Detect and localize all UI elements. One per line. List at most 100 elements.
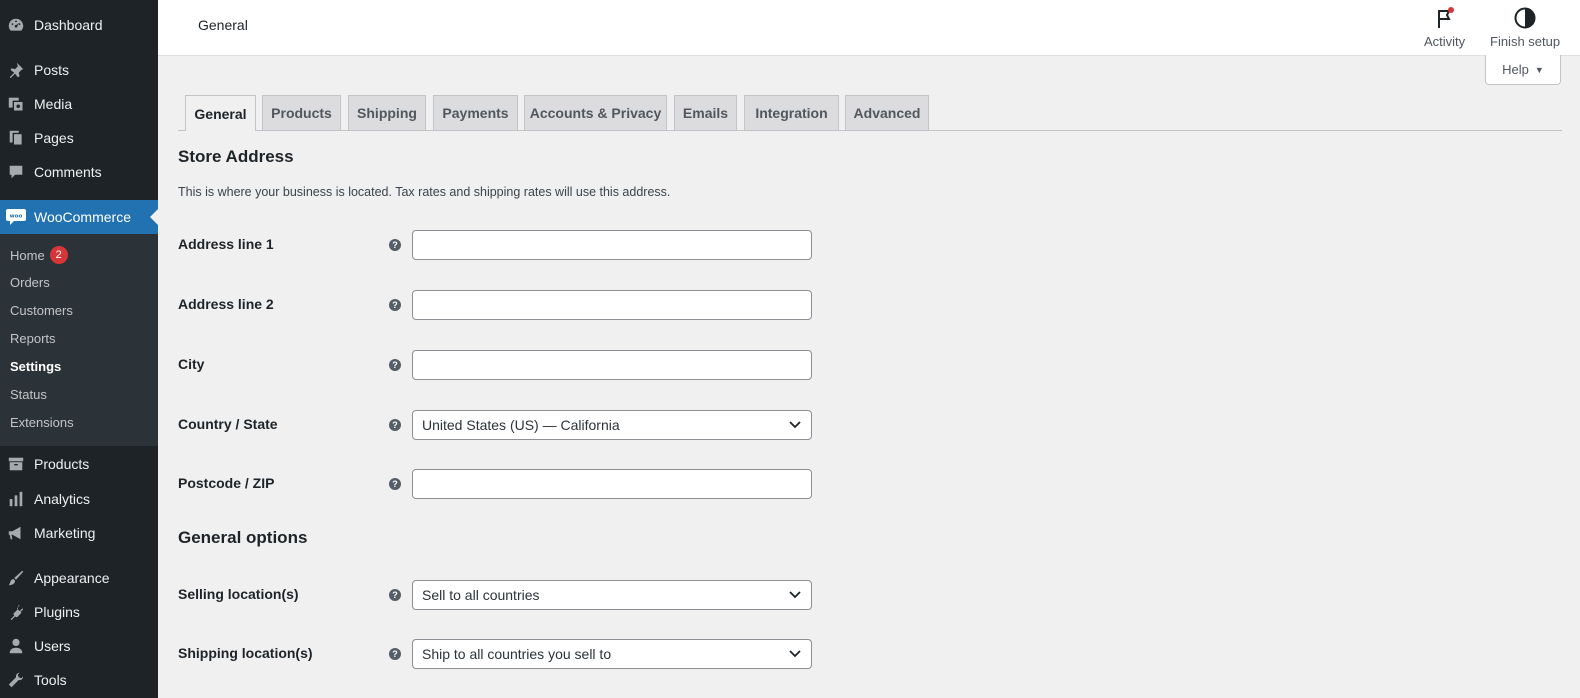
archive-icon [6,454,26,474]
shipping-locations-label: Shipping location(s) [178,645,313,661]
sidebar-item-marketing[interactable]: Marketing [0,516,158,550]
tab-payments[interactable]: Payments [433,95,518,130]
tab-general[interactable]: General [185,95,256,131]
help-tip-icon[interactable]: ? [389,299,401,311]
sidebar-item-label: Tools [34,672,67,688]
sidebar-item-analytics[interactable]: Analytics [0,482,158,516]
help-tip-icon[interactable]: ? [389,239,401,251]
comment-icon [6,162,26,182]
sidebar-item-woocommerce[interactable]: woo WooCommerce [0,200,158,234]
dashboard-icon [6,15,26,35]
help-tip-icon[interactable]: ? [389,359,401,371]
sidebar-item-plugins[interactable]: Plugins [0,595,158,629]
brush-icon [6,568,26,588]
sidebar-item-users[interactable]: Users [0,629,158,663]
selling-locations-label: Selling location(s) [178,586,299,602]
megaphone-icon [6,523,26,543]
submenu-item-home[interactable]: Home 2 [10,245,68,265]
tab-shipping[interactable]: Shipping [348,95,426,130]
media-icon [6,94,26,114]
sidebar-item-label: Appearance [34,570,110,586]
sidebar-item-appearance[interactable]: Appearance [0,561,158,595]
user-icon [6,636,26,656]
plug-icon [6,602,26,622]
admin-sidebar: Dashboard Posts Media Pages Comments woo… [0,0,158,698]
caret-down-icon: ▼ [1534,64,1544,75]
submenu-item-label: Home [10,247,45,263]
chevron-down-icon [788,418,802,432]
address-line-2-input[interactable] [412,290,812,320]
selling-locations-value: Sell to all countries [422,587,540,603]
tab-advanced[interactable]: Advanced [845,95,929,130]
submenu-item-orders[interactable]: Orders [10,272,50,292]
submenu-item-label: Extensions [10,414,74,430]
half-circle-icon [1513,6,1537,30]
submenu-item-label: Settings [10,358,62,374]
pin-icon [6,60,26,80]
submenu-item-reports[interactable]: Reports [10,328,56,348]
sidebar-item-label: Dashboard [34,17,103,33]
sidebar-item-pages[interactable]: Pages [0,121,158,155]
general-options-heading: General options [178,528,308,547]
page-title: General [198,17,248,33]
shipping-locations-select[interactable]: Ship to all countries you sell to [412,639,812,669]
sidebar-item-label: Products [34,456,90,472]
tab-emails[interactable]: Emails [674,95,737,130]
woocommerce-submenu: Home 2 Orders Customers Reports Settings… [0,234,158,446]
chevron-down-icon [788,588,802,602]
finish-setup-label: Finish setup [1490,34,1561,49]
help-tip-icon[interactable]: ? [389,419,401,431]
activity-label: Activity [1424,34,1466,49]
submenu-item-settings[interactable]: Settings [10,356,61,376]
top-header: General Activity Finish setup [158,0,1580,56]
submenu-item-label: Status [10,386,47,402]
help-tip-icon[interactable]: ? [389,589,401,601]
submenu-item-label: Orders [10,274,50,290]
activity-button[interactable]: Activity [1424,6,1465,49]
woo-icon: woo [6,207,26,227]
submenu-item-status[interactable]: Status [10,384,47,404]
tab-products[interactable]: Products [262,95,341,130]
sidebar-item-posts[interactable]: Posts [0,53,158,87]
sidebar-item-dashboard[interactable]: Dashboard [0,8,158,42]
country-state-value: United States (US) — California [422,417,620,433]
chevron-down-icon [788,647,802,661]
finish-setup-button[interactable]: Finish setup [1490,6,1560,49]
sidebar-item-media[interactable]: Media [0,87,158,121]
sidebar-item-tools[interactable]: Tools [0,663,158,697]
submenu-item-label: Customers [10,302,73,318]
shipping-locations-value: Ship to all countries you sell to [422,646,612,662]
submenu-item-label: Reports [10,330,56,346]
address-line-1-input[interactable] [412,230,812,260]
sidebar-item-label: WooCommerce [34,209,131,225]
sidebar-item-products[interactable]: Products [0,447,158,481]
store-address-heading: Store Address [178,147,294,166]
bar-chart-icon [6,489,26,509]
help-tip-icon[interactable]: ? [389,648,401,660]
sidebar-item-label: Marketing [34,525,96,541]
tab-integration[interactable]: Integration [744,95,839,130]
sidebar-item-label: Posts [34,62,70,78]
svg-text:woo: woo [10,214,23,220]
postcode-input[interactable] [412,469,812,499]
help-tip-icon[interactable]: ? [389,478,401,490]
submenu-item-extensions[interactable]: Extensions [10,412,74,432]
activity-indicator [1447,7,1454,13]
sidebar-item-label: Plugins [34,604,80,620]
help-button[interactable]: Help ▼ [1485,55,1561,85]
sidebar-item-comments[interactable]: Comments [0,155,158,189]
sidebar-item-label: Media [34,96,73,112]
city-input[interactable] [412,350,812,380]
pages-icon [6,128,26,148]
tab-accounts-privacy[interactable]: Accounts & Privacy [524,95,667,130]
store-address-description: This is where your business is located. … [178,185,671,199]
country-state-select[interactable]: United States (US) — California [412,410,812,440]
selling-locations-select[interactable]: Sell to all countries [412,580,812,610]
address-line-2-label: Address line 2 [178,296,274,312]
sidebar-item-label: Analytics [34,491,91,507]
sidebar-item-label: Pages [34,130,74,146]
settings-tabs: General Products Shipping Payments Accou… [178,95,1562,131]
submenu-item-customers[interactable]: Customers [10,300,73,320]
notification-badge: 2 [49,246,68,264]
postcode-label: Postcode / ZIP [178,475,275,491]
